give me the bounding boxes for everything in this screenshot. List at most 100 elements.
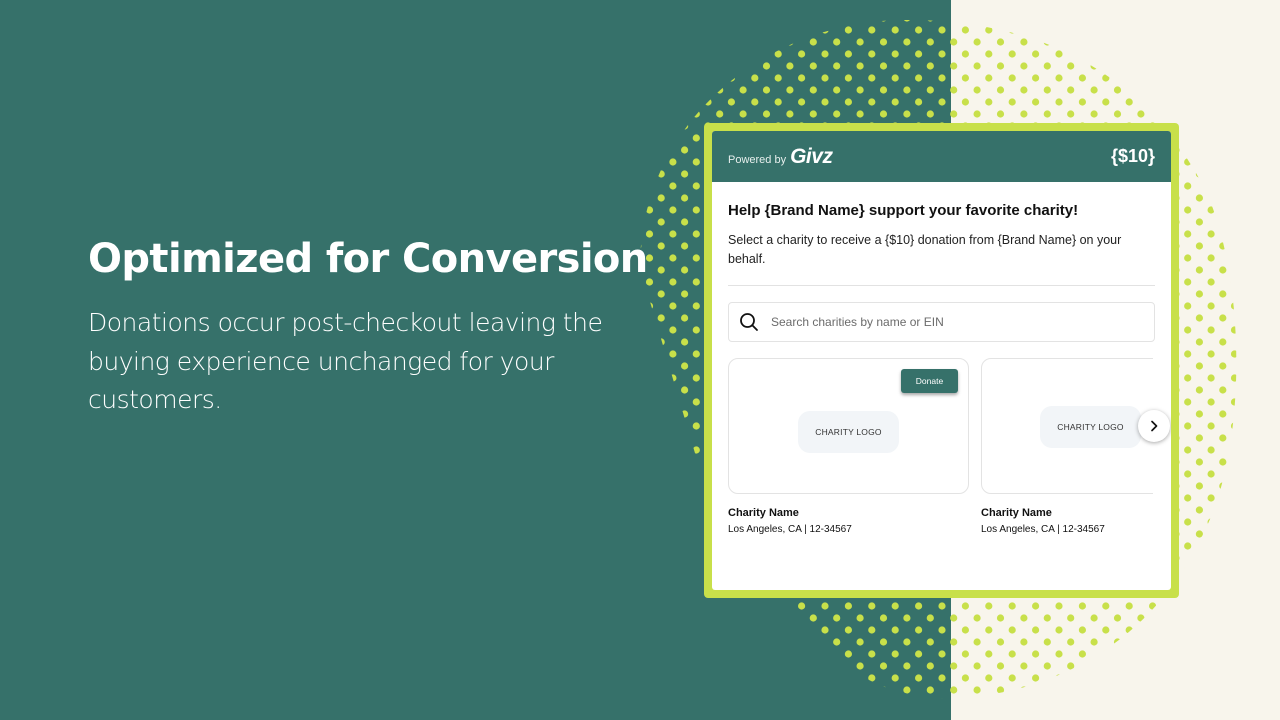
decorative-dot bbox=[1137, 86, 1145, 94]
decorative-dot bbox=[938, 650, 946, 658]
decorative-dot bbox=[424, 482, 431, 489]
decorative-dot bbox=[400, 626, 407, 633]
decorative-dot bbox=[1207, 566, 1215, 574]
decorative-dot bbox=[1207, 374, 1215, 382]
decorative-dot bbox=[447, 98, 454, 105]
decorative-dot bbox=[1195, 242, 1203, 250]
decorative-dot bbox=[424, 218, 431, 225]
decorative-dot bbox=[1008, 98, 1016, 106]
decorative-dot bbox=[809, 110, 817, 118]
decorative-dot bbox=[576, 590, 583, 597]
decorative-dot bbox=[1172, 74, 1180, 82]
decorative-dot bbox=[576, 710, 583, 717]
decorative-dot bbox=[658, 2, 665, 9]
decorative-dot bbox=[529, 518, 536, 525]
decorative-dot bbox=[435, 86, 442, 93]
decorative-dot bbox=[190, 626, 197, 633]
decorative-dot bbox=[985, 98, 993, 106]
decorative-dot bbox=[1243, 74, 1250, 81]
decorative-dot bbox=[435, 38, 442, 45]
charity-card-box[interactable]: CHARITY LOGO bbox=[981, 358, 1153, 494]
decorative-dot bbox=[751, 698, 758, 705]
decorative-dot bbox=[318, 182, 325, 189]
decorative-dot bbox=[318, 542, 325, 549]
decorative-dot bbox=[587, 98, 594, 105]
decorative-dot bbox=[950, 19, 958, 22]
decorative-dot bbox=[599, 62, 606, 69]
decorative-dot bbox=[576, 158, 583, 165]
charity-search[interactable] bbox=[728, 302, 1155, 342]
decorative-dot bbox=[704, 2, 711, 9]
decorative-dot bbox=[424, 506, 431, 513]
charity-logo: CHARITY LOGO bbox=[1040, 406, 1141, 448]
decorative-dot bbox=[330, 602, 337, 609]
decorative-dot bbox=[1113, 86, 1122, 94]
decorative-dot bbox=[1067, 38, 1075, 46]
decorative-dot bbox=[201, 134, 208, 141]
decorative-dot bbox=[681, 218, 689, 226]
decorative-dot bbox=[342, 206, 349, 213]
decorative-dot bbox=[587, 434, 594, 441]
decorative-dot bbox=[1079, 2, 1086, 9]
decorative-dot bbox=[494, 458, 501, 465]
decorative-dot bbox=[1207, 302, 1215, 310]
decorative-dot bbox=[14, 302, 21, 309]
decorative-dot bbox=[611, 530, 618, 537]
decorative-dot bbox=[1243, 266, 1250, 273]
decorative-dot bbox=[1230, 614, 1237, 622]
decorative-dot bbox=[84, 590, 91, 597]
decorative-dot bbox=[623, 638, 630, 645]
decorative-dot bbox=[1207, 494, 1215, 502]
decorative-dot bbox=[1207, 62, 1215, 70]
decorative-dot bbox=[552, 590, 559, 597]
decorative-dot bbox=[1230, 110, 1237, 118]
decorative-dot bbox=[38, 230, 45, 237]
decorative-dot bbox=[38, 542, 45, 549]
decorative-dot bbox=[645, 422, 654, 430]
decorative-dot bbox=[506, 158, 513, 165]
decorative-dot bbox=[295, 62, 302, 69]
decorative-dot bbox=[424, 98, 431, 105]
decorative-dot bbox=[26, 290, 33, 297]
decorative-dot bbox=[1172, 98, 1180, 106]
search-input[interactable] bbox=[771, 315, 1131, 329]
decorative-dot bbox=[190, 50, 197, 57]
decorative-dot bbox=[38, 62, 45, 69]
charity-card[interactable]: CHARITY LOGO Charity Name Los Angeles, C… bbox=[981, 358, 1153, 535]
decorative-dot bbox=[915, 74, 923, 82]
decorative-dot bbox=[447, 146, 454, 153]
donate-button[interactable]: Donate bbox=[901, 369, 958, 393]
decorative-dot bbox=[318, 710, 325, 717]
charity-card-box[interactable]: CHARITY LOGO Donate bbox=[728, 358, 969, 494]
decorative-dot bbox=[961, 50, 970, 58]
decorative-dot bbox=[14, 110, 21, 117]
decorative-dot bbox=[389, 590, 396, 597]
decorative-dot bbox=[1149, 602, 1157, 610]
decorative-dot bbox=[657, 386, 665, 394]
carousel-next-button[interactable] bbox=[1138, 410, 1170, 442]
decorative-dot bbox=[73, 146, 80, 153]
decorative-dot bbox=[517, 2, 524, 9]
decorative-dot bbox=[248, 206, 255, 213]
decorative-dot bbox=[248, 14, 255, 21]
decorative-dot bbox=[1043, 19, 1051, 22]
decorative-dot bbox=[330, 698, 337, 705]
decorative-dot bbox=[283, 650, 290, 657]
decorative-dot bbox=[248, 470, 255, 477]
decorative-dot bbox=[482, 470, 489, 477]
decorative-dot bbox=[640, 26, 642, 34]
decorative-dot bbox=[739, 86, 747, 94]
decorative-dot bbox=[623, 206, 630, 213]
decorative-dot bbox=[529, 182, 536, 189]
decorative-dot bbox=[190, 602, 197, 609]
decorative-dot bbox=[178, 110, 185, 117]
decorative-dot bbox=[307, 554, 314, 561]
decorative-dot bbox=[1184, 182, 1192, 190]
decorative-dot bbox=[213, 98, 220, 105]
decorative-dot bbox=[225, 422, 232, 429]
decorative-dot bbox=[1254, 566, 1261, 573]
decorative-dot bbox=[821, 2, 828, 9]
charity-card[interactable]: CHARITY LOGO Donate Charity Name Los Ang… bbox=[728, 358, 969, 535]
decorative-dot bbox=[727, 674, 736, 682]
decorative-dot bbox=[353, 26, 360, 33]
